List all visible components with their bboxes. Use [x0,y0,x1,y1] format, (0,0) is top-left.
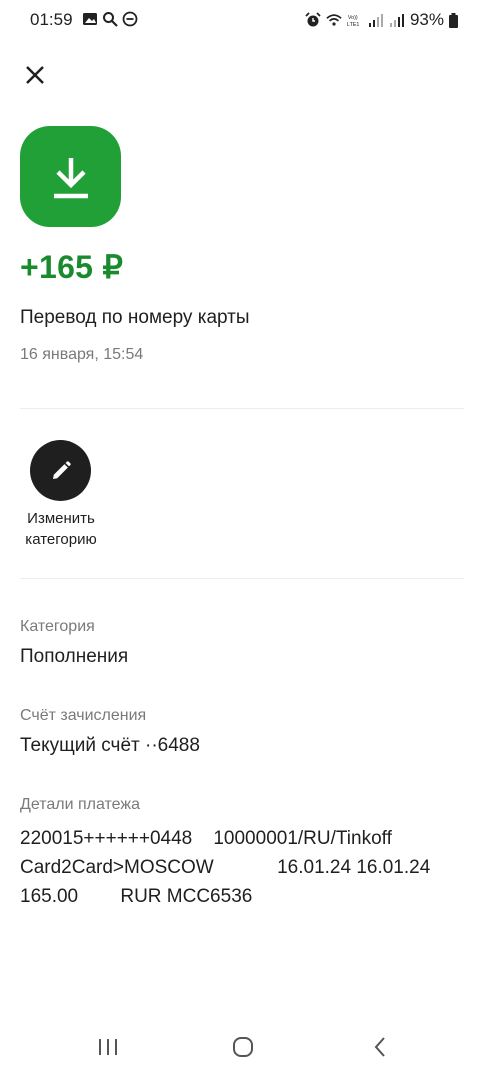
volte-icon: Vo))LTE1 [347,15,359,28]
back-button[interactable] [360,1032,400,1062]
home-button[interactable] [223,1032,263,1062]
payment-details-label: Детали платежа [20,796,140,813]
pencil-icon [52,460,71,479]
payment-details-line2: Card2Card>MOSCOW 16.01.24 16.01.24 [20,857,431,878]
recent-apps-button[interactable] [88,1032,128,1062]
close-button[interactable] [22,62,48,88]
account-label: Счёт зачисления [20,707,147,724]
battery-icon [449,12,458,28]
download-icon [53,157,88,198]
dnd-icon [122,11,138,27]
payment-details-value: 220015++++++0448 10000001/RU/Tinkoff Card… [20,824,470,911]
system-nav-bar [0,1020,486,1080]
category-value: Пополнения [20,646,129,667]
status-left-icons [82,11,138,27]
gallery-icon [83,13,97,25]
divider [20,578,464,579]
edit-category-label-line1: Изменить [27,510,95,527]
operation-date: 16 января, 15:54 [20,346,144,363]
account-value: Текущий счёт ··6488 [20,735,200,756]
status-bar: 01:59 Vo)) LTE1 93% [0,0,486,40]
back-icon [374,1037,385,1057]
payment-details-line1: 220015++++++0448 10000001/RU/Tinkoff [20,828,392,849]
alarm-icon [305,12,321,27]
operation-title: Перевод по номеру карты [20,307,250,328]
recents-icon [99,1039,117,1055]
home-icon [233,1037,253,1057]
status-right: Vo)) LTE1 93% [305,10,458,30]
battery-percent: 93% [409,10,444,29]
svg-text:LTE1: LTE1 [347,22,359,28]
payment-details-line3: 165.00 RUR MCC6536 [20,886,253,907]
signal-icon [389,14,404,27]
status-time: 01:59 [30,10,73,29]
close-icon [26,66,44,84]
search-icon [103,12,118,27]
edit-category-label[interactable]: Изменить категорию [12,508,110,550]
divider [20,408,464,409]
svg-text:Vo)): Vo)) [348,15,358,21]
category-label: Категория [20,618,95,635]
incoming-transfer-tile [20,126,121,227]
wifi-icon [326,14,342,26]
signal-icon [368,14,383,27]
operation-amount: +165 ₽ [20,249,124,285]
edit-category-label-line2: категорию [25,531,97,548]
edit-category-button[interactable] [30,440,91,501]
